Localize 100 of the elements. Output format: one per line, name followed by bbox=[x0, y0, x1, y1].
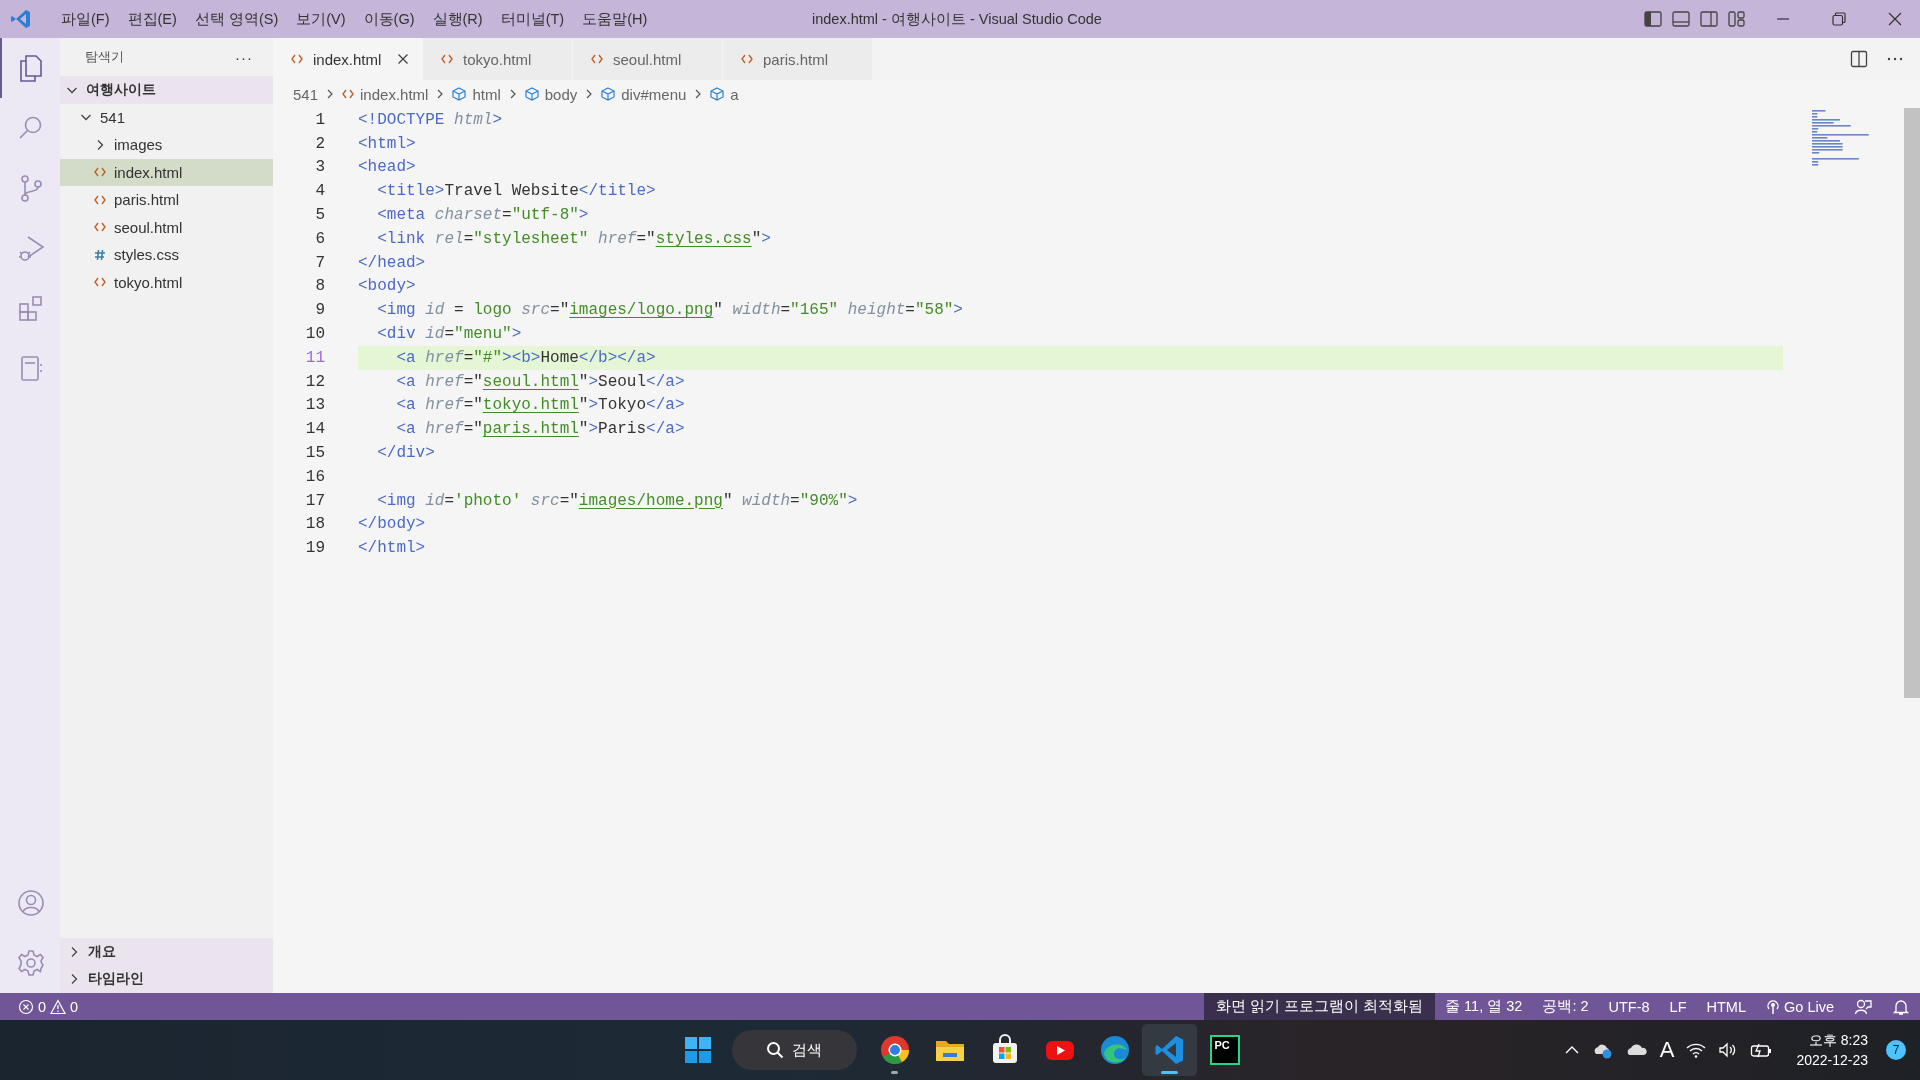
menu-item[interactable]: 터미널(T) bbox=[491, 6, 574, 32]
line-number: 7 bbox=[314, 253, 325, 272]
code-line: </body> bbox=[358, 515, 426, 534]
close-icon[interactable] bbox=[1888, 12, 1902, 26]
editor-tab[interactable]: paris.html bbox=[723, 38, 873, 80]
menu-item[interactable]: 파일(F) bbox=[52, 6, 119, 32]
line-number: 2 bbox=[314, 134, 325, 153]
status-item[interactable]: Go Live bbox=[1756, 993, 1844, 1020]
menu-item[interactable]: 선택 영역(S) bbox=[185, 6, 288, 32]
scrollbar-thumb[interactable] bbox=[1904, 108, 1920, 698]
code-line: <a href="#"><b>Home</b></a> bbox=[395, 348, 657, 367]
code-line: </html> bbox=[358, 539, 426, 558]
breadcrumb-item[interactable]: html bbox=[452, 85, 501, 103]
line-number: 13 bbox=[304, 396, 325, 415]
line-number: 18 bbox=[304, 515, 325, 534]
code-line: <!DOCTYPE html> bbox=[358, 110, 503, 129]
code-line: <link rel="stylesheet" href="styles.css"> bbox=[376, 229, 771, 248]
tree-item[interactable]: 541 bbox=[60, 103, 273, 131]
more-actions-button[interactable]: ··· bbox=[235, 48, 253, 66]
sidebar-toggle-icon[interactable] bbox=[1644, 11, 1662, 27]
tree-item[interactable]: index.html bbox=[60, 158, 273, 186]
editor-tab[interactable]: tokyo.html bbox=[423, 38, 573, 80]
tree-item[interactable]: images bbox=[60, 131, 273, 159]
restore-icon[interactable] bbox=[1832, 12, 1846, 26]
line-number: 12 bbox=[304, 372, 325, 391]
search-icon bbox=[766, 1041, 784, 1059]
menu-item[interactable]: 편집(E) bbox=[118, 6, 186, 32]
ide-app-icon[interactable]: PC bbox=[1209, 1035, 1240, 1065]
cube-icon bbox=[452, 87, 467, 101]
code-file-icon bbox=[591, 53, 603, 65]
status-item[interactable]: 공백: 2 bbox=[1532, 993, 1599, 1020]
close-icon[interactable] bbox=[397, 53, 410, 65]
code-line: </head> bbox=[358, 253, 426, 272]
code-file-icon bbox=[94, 166, 106, 179]
line-number: 5 bbox=[314, 206, 325, 225]
line-number: 10 bbox=[304, 325, 325, 344]
line-number: 3 bbox=[314, 158, 325, 177]
code-line: <title>Travel Website</title> bbox=[376, 182, 656, 201]
line-number: 1 bbox=[314, 110, 325, 129]
chevron-right-icon bbox=[436, 88, 445, 100]
wave-browser-icon[interactable] bbox=[1098, 1034, 1131, 1066]
broadcast-icon bbox=[1766, 998, 1780, 1015]
hash-icon bbox=[94, 248, 106, 261]
panel-toggle-icon[interactable] bbox=[1672, 11, 1690, 27]
warning-icon bbox=[50, 998, 67, 1015]
input-mode-indicator[interactable]: A bbox=[1659, 1037, 1675, 1063]
menu-item[interactable]: 실행(R) bbox=[423, 6, 492, 32]
section-header[interactable]: 타임라인 bbox=[60, 965, 273, 993]
line-number: 14 bbox=[304, 420, 325, 439]
notification-badge[interactable]: 7 bbox=[1886, 1040, 1906, 1060]
section-header[interactable]: 개요 bbox=[60, 938, 273, 966]
bell-icon[interactable] bbox=[1892, 997, 1910, 1016]
code-line: <body> bbox=[358, 277, 416, 296]
tree-item[interactable]: paris.html bbox=[60, 186, 273, 214]
browser-icon[interactable] bbox=[878, 1034, 911, 1066]
layout-icon[interactable] bbox=[1728, 11, 1746, 27]
code-line: <div id="menu"> bbox=[376, 325, 522, 344]
search-field[interactable]: 검색 bbox=[732, 1030, 857, 1070]
code-file-icon bbox=[94, 276, 106, 289]
code-file-icon bbox=[94, 221, 106, 234]
code-file-icon bbox=[741, 53, 753, 65]
clock-button[interactable]: 오후 8:23 2022-12-23 bbox=[1796, 1030, 1868, 1070]
menu-item[interactable]: 도움말(H) bbox=[573, 6, 657, 32]
wifi-icon[interactable] bbox=[1686, 1042, 1707, 1058]
status-item[interactable]: 줄 11, 열 32 bbox=[1435, 993, 1533, 1020]
problems-button[interactable]: 0 0 bbox=[0, 993, 79, 1020]
code-line: <a href="tokyo.html">Tokyo</a> bbox=[395, 396, 685, 415]
code-line: <meta charset="utf-8"> bbox=[376, 206, 589, 225]
tree-item[interactable]: seoul.html bbox=[60, 213, 273, 241]
breadcrumb-item[interactable]: a bbox=[710, 85, 739, 103]
status-item[interactable]: LF bbox=[1659, 993, 1697, 1020]
menu-item[interactable]: 보기(V) bbox=[287, 6, 355, 32]
breadcrumb-item[interactable]: index.html bbox=[342, 85, 429, 103]
code-line: <a href="seoul.html">Seoul</a> bbox=[395, 372, 685, 391]
feedback-icon[interactable] bbox=[1854, 997, 1872, 1016]
line-number: 17 bbox=[304, 491, 325, 510]
split-layout-icon[interactable] bbox=[1700, 11, 1718, 27]
status-item[interactable]: 화면 읽기 프로그램이 최적화됨 bbox=[1204, 993, 1436, 1020]
settings-icon[interactable] bbox=[15, 947, 47, 979]
line-number: 4 bbox=[314, 182, 325, 201]
breadcrumb-item[interactable]: body bbox=[524, 85, 578, 103]
split-editor-icon[interactable] bbox=[1850, 50, 1868, 68]
account-icon[interactable] bbox=[15, 887, 47, 919]
status-item[interactable]: HTML bbox=[1696, 993, 1756, 1020]
breadcrumb-item[interactable]: 541 bbox=[293, 85, 319, 103]
editor-tab[interactable]: seoul.html bbox=[573, 38, 723, 80]
tree-item[interactable]: 여행사이트 bbox=[60, 76, 273, 104]
running-indicator bbox=[891, 1071, 898, 1074]
code-editor-icon[interactable] bbox=[1153, 1034, 1186, 1066]
breadcrumb-item[interactable]: div#menu bbox=[601, 85, 687, 103]
cube-icon bbox=[710, 87, 725, 101]
line-number: 6 bbox=[314, 229, 325, 248]
code-line: <head> bbox=[358, 158, 416, 177]
status-item[interactable]: UTF-8 bbox=[1598, 993, 1660, 1020]
tree-item[interactable]: styles.css bbox=[60, 241, 273, 269]
tree-item[interactable]: tokyo.html bbox=[60, 268, 273, 296]
menu-item[interactable]: 이동(G) bbox=[354, 6, 424, 32]
code-file-icon bbox=[291, 53, 303, 65]
battery-icon[interactable] bbox=[1750, 1042, 1773, 1058]
windows-start-icon[interactable] bbox=[684, 1036, 712, 1064]
